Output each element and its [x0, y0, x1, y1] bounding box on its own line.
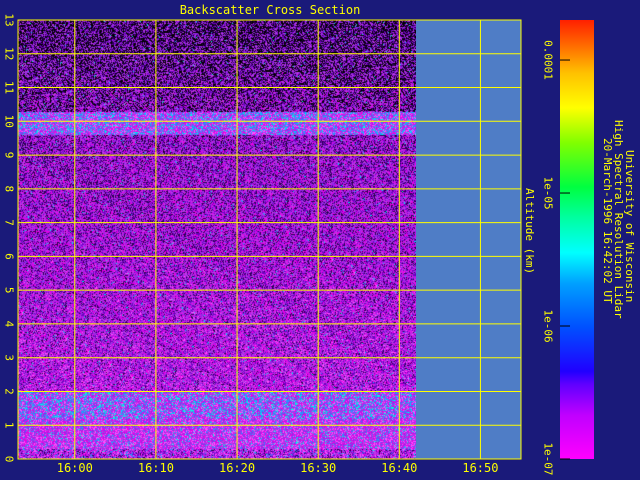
chart-title: Backscatter Cross Section: [180, 3, 361, 17]
y-tick-label: 3: [3, 354, 16, 361]
y-tick-label: 9: [3, 152, 16, 159]
colorbar-tick-label: 1e-05: [542, 176, 555, 209]
x-tick-label: 16:10: [138, 461, 174, 475]
y-tick-label: 13: [3, 13, 16, 26]
colorbar-tick-label: 1e-06: [542, 309, 555, 342]
colorbar-tick-label: 1e-07: [542, 442, 555, 475]
y-tick-label: 10: [3, 115, 16, 128]
x-tick-label: 16:50: [462, 461, 498, 475]
colorbar: 0.0001 1e-05 1e-06 1e-07: [542, 20, 594, 476]
y-tick-label: 6: [3, 253, 16, 260]
y-tick-label: 11: [3, 81, 16, 94]
colorbar-gradient: [560, 20, 594, 459]
backscatter-heatmap: [18, 20, 416, 459]
y-tick-label: 2: [3, 388, 16, 395]
y-tick-label: 8: [3, 186, 16, 193]
colorbar-tick-label: 0.0001: [542, 40, 555, 80]
credit-line-3: 20-March-1996 16:42:02 UT: [601, 138, 614, 304]
y-tick-label: 0: [3, 456, 16, 463]
x-tick-label: 16:40: [381, 461, 417, 475]
x-tick-label: 16:20: [219, 461, 255, 475]
y-tick-label: 12: [3, 47, 16, 60]
y-tick-label: 1: [3, 422, 16, 429]
y-tick-label: 7: [3, 219, 16, 226]
plot-area: 01234567891011121316:00 16:10 16:20 16:30 16…: [3, 13, 522, 475]
y-axis-label: Altitude (km): [523, 188, 536, 275]
x-tick-label: 16:00: [57, 461, 93, 475]
x-tick-label: 16:30: [300, 461, 336, 475]
no-data-region: [415, 20, 521, 459]
chart: Backscatter Cross Section 01234567891011…: [3, 3, 594, 476]
y-tick-label: 5: [3, 287, 16, 294]
y-tick-label: 4: [3, 321, 16, 328]
